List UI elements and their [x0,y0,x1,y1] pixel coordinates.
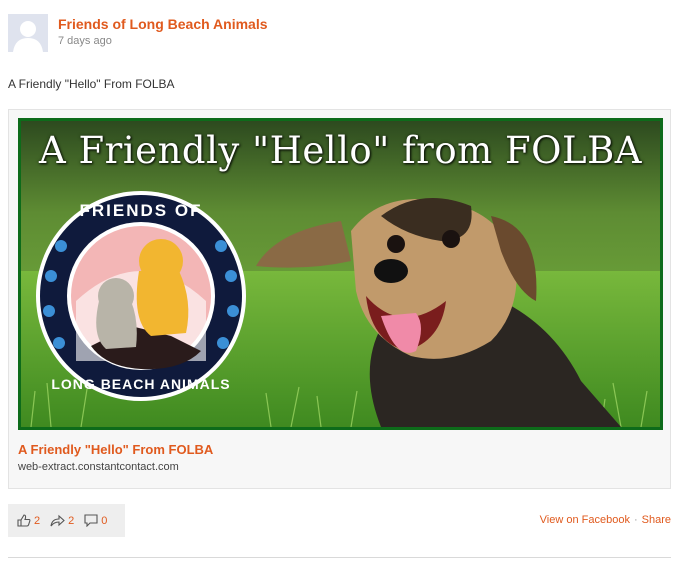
thumbs-up-icon [17,514,31,527]
share-link[interactable]: Share [642,514,671,526]
comment-count: 0 [101,514,108,527]
view-on-facebook-link[interactable]: View on Facebook [540,514,630,526]
post-timestamp: 7 days ago [58,35,112,47]
link-title[interactable]: A Friendly "Hello" From FOLBA [18,442,213,457]
post-footer-links: View on Facebook · Share [540,514,671,526]
share-arrow-icon [50,514,65,527]
share-count-button[interactable]: 2 [50,514,74,527]
link-domain: web-extract.constantcontact.com [18,461,179,473]
logo-text-top: FRIENDS OF [80,201,203,220]
footer-separator: · [633,514,638,526]
avatar-silhouette-icon [8,14,48,52]
post-divider [8,557,671,558]
page-name-link[interactable]: Friends of Long Beach Animals [58,15,268,33]
like-count: 2 [34,514,41,527]
like-button[interactable]: 2 [17,514,40,527]
banner-heading: A Friendly "Hello" from FOLBA [39,129,642,172]
reaction-bar: 2 2 0 [8,504,125,537]
share-count: 2 [68,514,75,527]
logo-text-bottom: LONG BEACH ANIMALS [51,376,230,392]
post-meta: Friends of Long Beach Animals 7 days ago [58,15,268,52]
comment-button[interactable]: 0 [84,514,107,527]
comment-icon [84,514,98,527]
folba-logo: FRIENDS OF LONG BEACH ANIMALS [36,191,246,401]
link-banner-image[interactable]: FRIENDS OF LONG BEACH ANIMALS A Friendly… [18,118,663,430]
post-header: Friends of Long Beach Animals 7 days ago [8,14,268,52]
link-preview-card[interactable]: FRIENDS OF LONG BEACH ANIMALS A Friendly… [8,109,671,489]
post-text: A Friendly "Hello" From FOLBA [8,77,175,91]
avatar[interactable] [8,14,48,52]
